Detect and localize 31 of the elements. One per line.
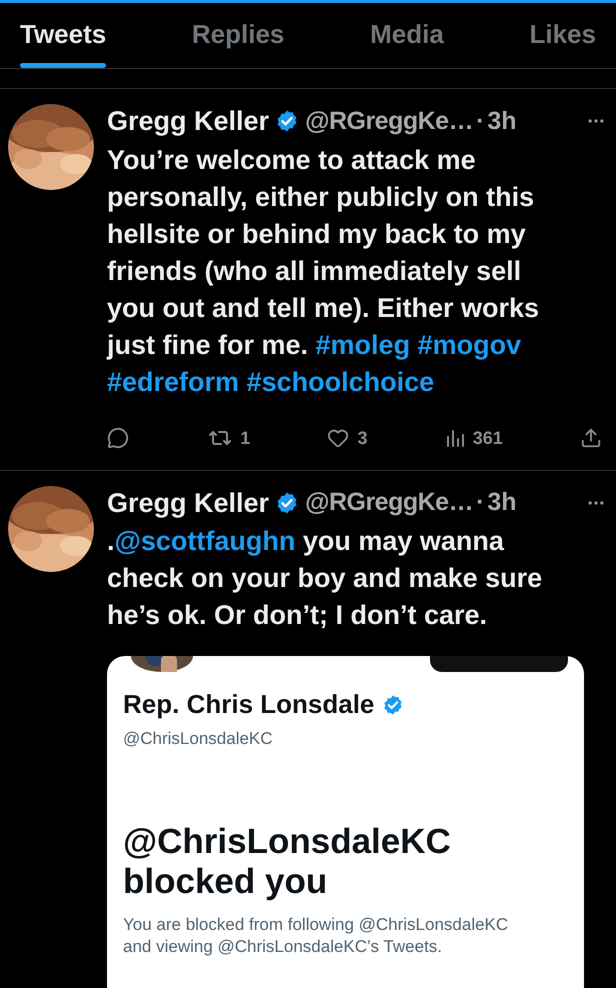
mention-link[interactable]: @scottfaughn: [114, 526, 296, 556]
author-handle: @RGreggKe…: [305, 487, 474, 518]
post-time: 3h: [487, 106, 517, 136]
blocked-heading: blocked you: [123, 862, 328, 902]
blocked-heading: @ChrisLonsdaleKC: [123, 822, 452, 862]
separator-dot: ·: [476, 106, 484, 136]
profile-name: Rep. Chris Lonsdale: [123, 688, 374, 721]
author-name[interactable]: Gregg Keller: [107, 101, 270, 142]
tweet-text: .@scottfaughn you may wanna check on your boy and make sure he’s ok. Or don’t; I don’t care.: [107, 525, 544, 632]
profile-tab[interactable]: Media: [370, 17, 444, 68]
bar-chart-icon[interactable]: [444, 428, 465, 448]
profile-handle: @ChrisLonsdaleKC: [123, 728, 274, 750]
heart-icon[interactable]: [327, 427, 350, 449]
author-handle: @RGreggKe…: [305, 106, 474, 136]
action-count: 361: [472, 426, 503, 450]
profile-tab[interactable]: Tweets: [20, 17, 106, 68]
tweet-text: You’re welcome to attack me personally, either publicly on this hellsite or behind my back to my friends (who all immediately sell you out and tell me). Either works just fine for me. #moleg #mogov #edreform #schoolchoice: [107, 144, 540, 398]
profile-tab[interactable]: Replies: [192, 17, 284, 68]
action-count: 1: [240, 426, 250, 450]
blocked-message: You are blocked from following @ChrisLonsdaleKC and viewing @ChrisLonsdaleKC’s Tweets.: [123, 914, 510, 958]
hashtag-link[interactable]: #schoolchoice: [246, 366, 434, 396]
hashtag-link[interactable]: #edreform: [107, 366, 240, 396]
profile-tab[interactable]: Likes: [529, 17, 596, 68]
share-icon[interactable]: [580, 427, 602, 449]
author-name[interactable]: Gregg Keller: [107, 482, 270, 523]
reply-icon[interactable]: [107, 427, 129, 449]
separator-dot: ·: [476, 487, 484, 518]
post-time: 3h: [487, 487, 517, 518]
hashtag-link[interactable]: #moleg: [316, 330, 410, 360]
action-count: 3: [357, 426, 368, 450]
hashtag-link[interactable]: #mogov: [418, 330, 522, 360]
